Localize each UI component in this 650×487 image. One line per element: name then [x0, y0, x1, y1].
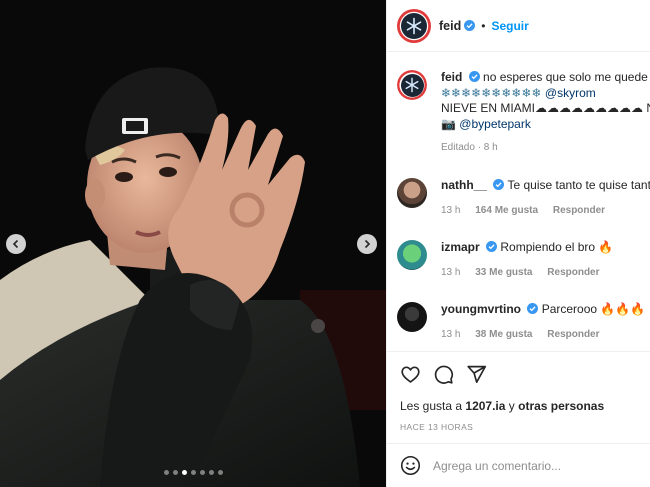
comment-item: izmapr Rompiendo el bro 🔥 13 h 33 Me gus…: [397, 240, 650, 278]
verified-icon: [527, 303, 539, 314]
share-icon[interactable]: [466, 364, 487, 385]
carousel-dot: [163, 470, 169, 475]
comment-input[interactable]: Agrega un comentario...: [433, 459, 561, 473]
comments-list[interactable]: feid no esperes que solo me quede ❄❄❄❄❄❄…: [387, 53, 650, 351]
comment-likes[interactable]: 164 Me gusta: [475, 205, 538, 216]
comment-username[interactable]: nathh__: [441, 178, 487, 192]
separator: •: [481, 18, 486, 33]
caption-text: no esperes que solo me quede: [483, 70, 648, 84]
post-media[interactable]: [0, 0, 386, 487]
likes-user[interactable]: 1207.ia: [465, 399, 505, 413]
post-header: feid • Seguir: [387, 0, 650, 52]
comment-icon[interactable]: [433, 364, 454, 385]
caption-username[interactable]: feid: [441, 70, 462, 84]
carousel-next-button[interactable]: [357, 234, 377, 254]
comment-likes[interactable]: 38 Me gusta: [475, 329, 532, 340]
chevron-right-icon: [364, 239, 371, 249]
caption: feid no esperes que solo me quede ❄❄❄❄❄❄…: [397, 70, 650, 153]
follow-button[interactable]: Seguir: [491, 19, 528, 33]
carousel-dot: [172, 470, 178, 475]
avatar[interactable]: [397, 240, 427, 270]
verified-icon: [493, 179, 505, 190]
likes-prefix: Les gusta a: [400, 399, 463, 413]
post-side-panel: feid • Seguir feid no esperes que solo m…: [386, 0, 650, 487]
author-username[interactable]: feid: [439, 19, 461, 33]
carousel-dot: [208, 470, 214, 475]
reply-button[interactable]: Responder: [547, 267, 599, 278]
avatar[interactable]: [397, 8, 431, 43]
caption-emoji: ❄❄❄❄❄❄❄❄❄❄: [441, 85, 542, 100]
avatar[interactable]: [397, 178, 427, 208]
comment-age: 13 h: [441, 328, 461, 340]
carousel-indicator: [0, 470, 386, 475]
avatar[interactable]: [397, 302, 427, 332]
comment-text: Rompiendo el bro 🔥: [500, 240, 614, 254]
caption-mention[interactable]: @bypetepark: [459, 117, 531, 131]
comment-text: Parcerooo 🔥🔥🔥: [541, 302, 646, 316]
carousel-prev-button[interactable]: [6, 234, 26, 254]
caption-text: NIEVE EN MIAMI☁☁☁☁☁☁☁☁☁ NI: [441, 101, 650, 115]
comment-age: 13 h: [441, 266, 461, 278]
likes-others[interactable]: otras personas: [518, 399, 604, 413]
camera-icon: 📷: [441, 116, 456, 131]
add-comment-bar: Agrega un comentario...: [387, 443, 650, 487]
instagram-post: feid • Seguir feid no esperes que solo m…: [0, 0, 650, 487]
emoji-icon[interactable]: [400, 455, 421, 476]
comment-username[interactable]: youngmvrtino: [441, 302, 521, 316]
likes-middle: y: [508, 399, 515, 413]
reply-button[interactable]: Responder: [553, 205, 605, 216]
verified-icon: [468, 71, 480, 82]
post-photo: [0, 0, 386, 487]
comment-text: Te quise tanto te quise tanto: [507, 178, 650, 192]
comment-item: youngmvrtino Parcerooo 🔥🔥🔥 13 h 38 Me gu…: [397, 302, 650, 340]
verified-icon: [486, 241, 498, 252]
likes-summary[interactable]: Les gusta a 1207.ia y otras personas: [400, 399, 604, 413]
carousel-dot: [181, 470, 187, 475]
snowflake-icon: [405, 77, 419, 93]
chevron-left-icon: [12, 239, 19, 249]
edited-timestamp: Editado · 8 h: [441, 142, 498, 153]
comment-username[interactable]: izmapr: [441, 240, 480, 254]
reply-button[interactable]: Responder: [547, 329, 599, 340]
avatar[interactable]: [397, 70, 427, 100]
comment-item: nathh__ Te quise tanto te quise tanto 13…: [397, 178, 650, 216]
caption-mention[interactable]: @skyrom: [545, 86, 596, 100]
comment-age: 13 h: [441, 204, 461, 216]
carousel-dot: [199, 470, 205, 475]
comment-likes[interactable]: 33 Me gusta: [475, 267, 532, 278]
carousel-dot: [217, 470, 223, 475]
post-actions: Les gusta a 1207.ia y otras personas HAC…: [387, 351, 650, 443]
heart-icon[interactable]: [400, 364, 421, 385]
carousel-dot: [190, 470, 196, 475]
post-timestamp: HACE 13 HORAS: [400, 422, 474, 432]
snowflake-icon: [406, 17, 422, 34]
verified-icon: [464, 20, 476, 31]
